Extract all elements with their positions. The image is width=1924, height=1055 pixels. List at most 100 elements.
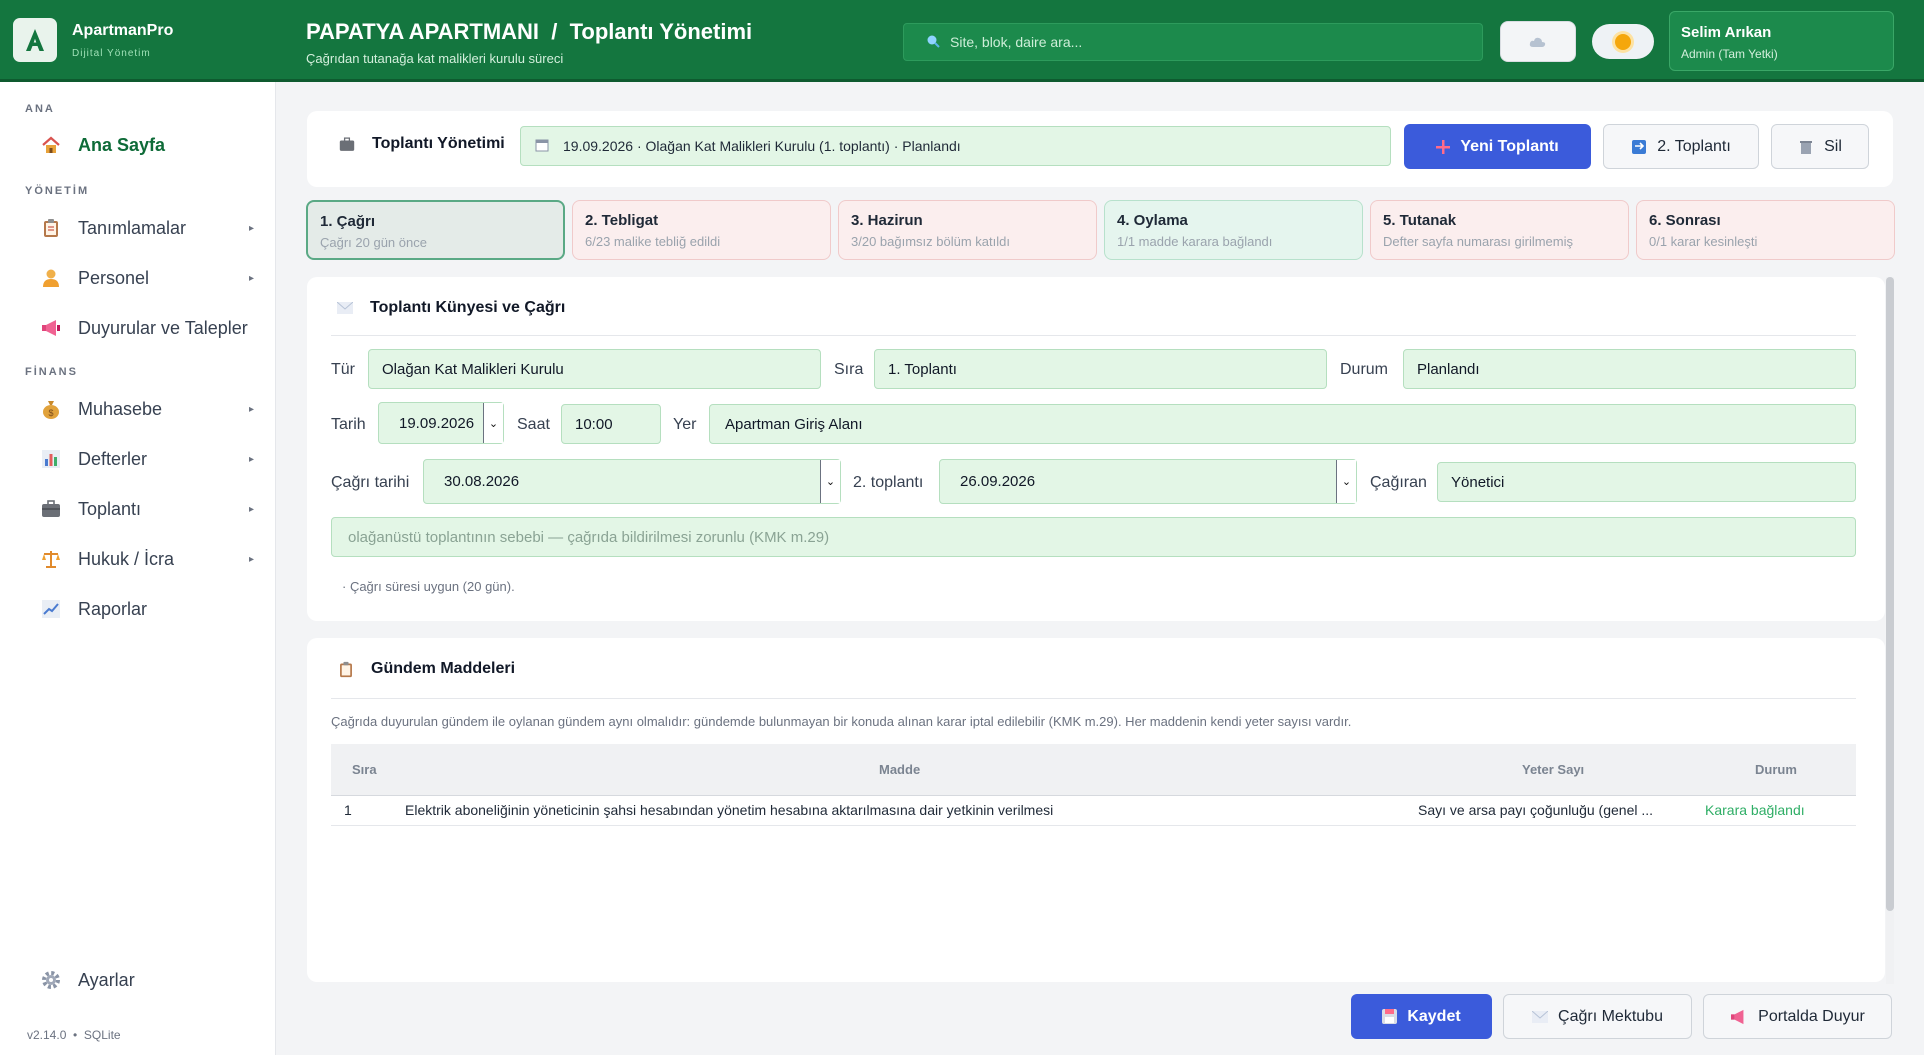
durum-field[interactable]: Planlandı [1403, 349, 1856, 389]
envelope-icon [336, 299, 354, 317]
sidebar-item-toplanti[interactable]: Toplantı ▸ [40, 498, 260, 520]
cell-sira: 1 [344, 802, 352, 818]
second-meeting-button[interactable]: 2. Toplantı [1603, 124, 1759, 169]
chevron-right-icon: ▸ [248, 403, 254, 415]
sidebar-item-tanimlamalar[interactable]: Tanımlamalar ▸ [40, 217, 260, 239]
sidebar-item-hukuk[interactable]: Hukuk / İcra ▸ [40, 548, 260, 570]
sidebar-item-duyurular[interactable]: Duyurular ve Talepler [40, 317, 260, 339]
app-logo [13, 18, 57, 62]
tur-field[interactable]: Olağan Kat Malikleri Kurulu [368, 349, 821, 389]
step-subtitle: Çağrı 20 gün önce [320, 235, 427, 250]
sidebar-item-personel[interactable]: Personel ▸ [40, 267, 260, 289]
step-subtitle: 0/1 karar kesinleşti [1649, 234, 1758, 249]
label-cagri-tarihi: Çağrı tarihi [331, 474, 410, 491]
user-menu[interactable]: Selim Arıkan Admin (Tam Yetki) [1669, 11, 1894, 71]
agenda-title: Gündem Maddeleri [337, 660, 515, 678]
money-bag-icon: $ [40, 398, 62, 420]
sidebar-item-defterler[interactable]: Defterler ▸ [40, 448, 260, 470]
column-header-durum: Durum [1755, 762, 1797, 777]
agenda-note: Çağrıda duyurulan gündem ile oylanan gün… [331, 714, 1352, 729]
chevron-down-icon[interactable]: ⌄ [483, 403, 503, 443]
step-cagri[interactable]: 1. Çağrı Çağrı 20 gün önce [306, 200, 565, 260]
sidebar-item-label: Raporlar [78, 598, 148, 619]
scales-icon [40, 548, 62, 570]
step-title: 2. Tebligat [585, 212, 659, 229]
brand[interactable]: ApartmanPro Dijital Yönetim [13, 18, 173, 62]
sidebar-item-raporlar[interactable]: Raporlar [40, 598, 260, 620]
meeting-info-title: Toplantı Künyesi ve Çağrı [336, 299, 565, 317]
step-title: 1. Çağrı [320, 213, 376, 230]
floppy-disk-icon [1382, 1009, 1398, 1024]
step-title: 4. Oylama [1117, 212, 1188, 229]
chevron-right-icon: ▸ [248, 453, 254, 465]
saat-field[interactable]: 10:00 [561, 404, 661, 444]
column-header-yeter-sayi: Yeter Sayı [1522, 762, 1585, 777]
yer-field[interactable]: Apartman Giriş Alanı [709, 404, 1856, 444]
label-tur: Tür [331, 361, 355, 378]
sira-field[interactable]: 1. Toplantı [874, 349, 1327, 389]
chevron-down-icon[interactable]: ⌄ [820, 460, 840, 503]
brand-tagline: Dijital Yönetim [72, 47, 151, 59]
label-yer: Yer [673, 416, 697, 433]
column-header-madde: Madde [879, 762, 921, 777]
chevron-right-icon: ▸ [248, 272, 254, 284]
ikinci-toplanti-picker[interactable]: 26.09.2026 ⌄ [939, 459, 1357, 504]
sun-icon [1615, 33, 1631, 50]
label-cagiran: Çağıran [1370, 474, 1427, 491]
cell-yeter-sayi: Sayı ve arsa payı çoğunluğu (genel ... [1418, 802, 1654, 818]
section-finans: FİNANS [25, 366, 78, 378]
step-title: 5. Tutanak [1383, 212, 1457, 229]
step-title: 3. Hazirun [851, 212, 923, 229]
section-ana: ANA [25, 103, 55, 115]
column-header-sira: Sıra [352, 762, 377, 777]
megaphone-icon [1730, 1009, 1748, 1025]
repeat-icon [1631, 139, 1647, 155]
cagri-tarihi-picker[interactable]: 30.08.2026 ⌄ [423, 459, 841, 504]
user-name: Selim Arıkan [1681, 24, 1772, 41]
calendar-icon [535, 138, 549, 155]
person-icon [40, 267, 62, 289]
cloud-icon [1529, 37, 1546, 47]
step-sonrasi[interactable]: 6. Sonrası 0/1 karar kesinleşti [1636, 200, 1895, 260]
sidebar-item-ana-sayfa[interactable]: Ana Sayfa [40, 134, 260, 156]
gear-icon [40, 969, 62, 991]
meeting-info-card [307, 277, 1885, 621]
call-letter-button[interactable]: Çağrı Mektubu [1503, 994, 1692, 1039]
meeting-select[interactable]: 19.09.2026 · Olağan Kat Malikleri Kurulu… [520, 126, 1391, 166]
theme-toggle[interactable] [1592, 24, 1654, 59]
reason-input[interactable]: olağanüstü toplantının sebebi — çağrıda … [331, 517, 1856, 557]
step-subtitle: 3/20 bağımsız bölüm katıldı [851, 234, 1010, 249]
chevron-right-icon: ▸ [248, 503, 254, 515]
save-button[interactable]: Kaydet [1351, 994, 1492, 1039]
step-tebligat[interactable]: 2. Tebligat 6/23 malike tebliğ edildi [572, 200, 831, 260]
content-scrollbar[interactable] [1886, 277, 1894, 984]
sidebar-item-label: Hukuk / İcra [78, 548, 175, 569]
sidebar-item-label: Duyurular ve Talepler [78, 317, 248, 338]
cagiran-field[interactable]: Yönetici [1437, 462, 1856, 502]
sidebar-item-muhasebe[interactable]: $ Muhasebe ▸ [40, 398, 260, 420]
label-sira: Sıra [834, 361, 864, 378]
table-row[interactable]: 1 Elektrik aboneliğinin yöneticinin şahs… [331, 797, 1856, 826]
step-oylama[interactable]: 4. Oylama 1/1 madde karara bağlandı [1104, 200, 1363, 260]
delete-button[interactable]: Sil [1771, 124, 1869, 169]
divider [331, 335, 1856, 336]
portal-announce-button[interactable]: Portalda Duyur [1703, 994, 1892, 1039]
bar-chart-icon [40, 448, 62, 470]
cloud-sync-button[interactable] [1500, 21, 1576, 62]
step-hazirun[interactable]: 3. Hazirun 3/20 bağımsız bölüm katıldı [838, 200, 1097, 260]
step-subtitle: 6/23 malike tebliğ edildi [585, 234, 721, 249]
chevron-down-icon[interactable]: ⌄ [1336, 460, 1356, 503]
version-label: v2.14.0 • SQLite [27, 1028, 121, 1042]
home-icon [40, 134, 62, 156]
chevron-right-icon: ▸ [248, 222, 254, 234]
sidebar-item-label: Toplantı [78, 498, 142, 519]
svg-text:$: $ [48, 408, 53, 418]
step-tutanak[interactable]: 5. Tutanak Defter sayfa numarası girilme… [1370, 200, 1629, 260]
search-input[interactable]: Site, blok, daire ara... [903, 23, 1483, 61]
new-meeting-button[interactable]: Yeni Toplantı [1404, 124, 1591, 169]
tarih-picker[interactable]: 19.09.2026 ⌄ [378, 402, 504, 444]
sidebar-item-ayarlar[interactable]: Ayarlar [40, 969, 260, 991]
scrollbar-thumb[interactable] [1886, 277, 1894, 911]
sidebar-item-label: Defterler [78, 448, 148, 469]
cell-durum: Karara bağlandı [1705, 802, 1805, 818]
